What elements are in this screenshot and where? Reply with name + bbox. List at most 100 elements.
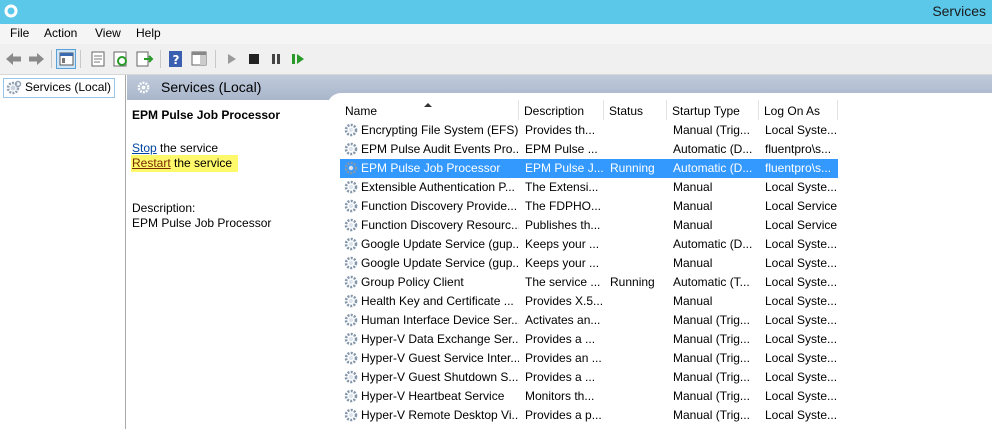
service-description: Provides a p...: [525, 408, 602, 422]
menu-action[interactable]: Action: [44, 26, 77, 40]
service-gear-icon: [344, 199, 358, 213]
service-name: Google Update Service (gup...: [361, 256, 519, 270]
service-name: Extensible Authentication P...: [361, 180, 515, 194]
help-icon[interactable]: ?: [166, 49, 186, 69]
service-description: Monitors th...: [525, 389, 595, 403]
properties-icon[interactable]: [88, 49, 108, 69]
column-header-status[interactable]: Status: [604, 100, 667, 120]
service-row[interactable]: EPM Pulse Audit Events Pro... EPM Pulse .…: [340, 140, 838, 159]
service-startup-type: Manual (Trig...: [673, 313, 750, 327]
column-header-name[interactable]: Name: [340, 100, 519, 120]
service-gear-icon: [344, 256, 358, 270]
service-row[interactable]: Hyper-V Guest Service Inter... Provides a…: [340, 349, 838, 368]
service-log-on-as: Local Syste...: [765, 351, 838, 365]
service-row[interactable]: Google Update Service (gup... Keeps your …: [340, 235, 838, 254]
service-row[interactable]: Hyper-V Data Exchange Ser... Provides a .…: [340, 330, 838, 349]
service-row[interactable]: Health Key and Certificate ... Provides X…: [340, 292, 838, 311]
refresh-icon[interactable]: [111, 49, 131, 69]
back-arrow-icon[interactable]: [4, 49, 24, 69]
export-list-icon[interactable]: [134, 49, 154, 69]
service-log-on-as: fluentpro\s...: [765, 142, 832, 156]
tree-item-label: Services (Local): [25, 80, 112, 94]
service-name: EPM Pulse Audit Events Pro...: [361, 142, 519, 156]
resume-service-icon[interactable]: [288, 49, 308, 69]
service-status: Running: [610, 161, 655, 175]
start-service-icon[interactable]: [222, 49, 242, 69]
pause-service-icon[interactable]: [266, 49, 286, 69]
description-text: EPM Pulse Job Processor: [132, 216, 272, 230]
column-startup-label: Startup Type: [672, 104, 740, 118]
menu-help[interactable]: Help: [136, 26, 161, 40]
service-startup-type: Manual (Trig...: [673, 408, 750, 422]
stop-service-link[interactable]: Stop: [132, 141, 157, 155]
service-row[interactable]: Group Policy Client The service ... Runnin…: [340, 273, 838, 292]
restart-service-link[interactable]: Restart: [132, 156, 171, 170]
action-pane-icon[interactable]: [189, 49, 209, 69]
service-row[interactable]: EPM Pulse Job Processor EPM Pulse J... Run…: [340, 159, 838, 178]
service-name: Hyper-V Heartbeat Service: [361, 389, 505, 403]
service-row[interactable]: Google Update Service (gup... Keeps your …: [340, 254, 838, 273]
services-list: Name Description Status Startup Type Log…: [340, 100, 992, 429]
service-startup-type: Automatic (T...: [673, 275, 750, 289]
restart-suffix: the service: [170, 156, 233, 170]
service-name: Group Policy Client: [361, 275, 464, 289]
service-gear-icon: [344, 389, 358, 403]
service-name: Human Interface Device Ser...: [361, 313, 519, 327]
service-name: Google Update Service (gup...: [361, 237, 519, 251]
service-log-on-as: Local Syste...: [765, 370, 838, 384]
column-header-log-on-as[interactable]: Log On As: [759, 100, 838, 120]
services-gear-icon: [4, 4, 18, 18]
service-description: Keeps your ...: [525, 237, 600, 251]
service-name: EPM Pulse Job Processor: [361, 161, 501, 175]
service-startup-type: Manual (Trig...: [673, 351, 750, 365]
service-row[interactable]: Function Discovery Provide... The FDPHO..…: [340, 197, 838, 216]
service-gear-icon: [344, 294, 358, 308]
service-name: Hyper-V Guest Shutdown S...: [361, 370, 519, 384]
service-name: Hyper-V Data Exchange Ser...: [361, 332, 519, 346]
tree-item-services-local[interactable]: Services (Local): [3, 78, 116, 98]
service-log-on-as: Local Syste...: [765, 408, 838, 422]
toolbar: ?: [0, 44, 992, 75]
column-header-description[interactable]: Description: [519, 100, 604, 120]
menu-bar: File Action View Help: [0, 24, 992, 44]
window-title: Services: [932, 3, 986, 19]
console-tree-icon[interactable]: [56, 49, 76, 69]
service-description: The FDPHO...: [525, 199, 602, 213]
service-gear-icon: [344, 180, 358, 194]
service-log-on-as: Local Syste...: [765, 275, 838, 289]
service-gear-icon: [344, 332, 358, 346]
service-startup-type: Manual (Trig...: [673, 123, 750, 137]
service-row[interactable]: Extensible Authentication P... The Extens…: [340, 178, 838, 197]
column-header-startup-type[interactable]: Startup Type: [667, 100, 759, 120]
service-gear-icon: [344, 142, 358, 156]
service-description: EPM Pulse ...: [525, 142, 598, 156]
pane-header: Services (Local): [127, 75, 992, 123]
service-startup-type: Manual: [673, 256, 713, 270]
service-row[interactable]: Hyper-V Remote Desktop Vi... Provides a p…: [340, 406, 838, 425]
service-startup-type: Manual (Trig...: [673, 370, 750, 384]
selected-service-name: EPM Pulse Job Processor: [132, 108, 281, 122]
restart-action: Restart the service: [131, 155, 239, 172]
forward-arrow-icon[interactable]: [26, 49, 46, 69]
stop-service-icon[interactable]: [244, 49, 264, 69]
service-startup-type: Manual (Trig...: [673, 332, 750, 346]
service-startup-type: Automatic (D...: [673, 237, 753, 251]
service-description: The Extensi...: [525, 180, 599, 194]
menu-view[interactable]: View: [95, 26, 121, 40]
service-row[interactable]: Function Discovery Resourc... Publishes t…: [340, 216, 838, 235]
title-bar: Services: [0, 0, 992, 24]
service-row[interactable]: Hyper-V Heartbeat Service Monitors th... M…: [340, 387, 838, 406]
service-name: Function Discovery Resourc...: [361, 218, 519, 232]
service-gear-icon: [344, 351, 358, 365]
service-row[interactable]: Human Interface Device Ser... Activates a…: [340, 311, 838, 330]
service-gear-icon: [344, 237, 358, 251]
service-log-on-as: Local Syste...: [765, 256, 838, 270]
pane-title: Services (Local): [161, 79, 262, 95]
service-gear-icon: [344, 275, 358, 289]
service-row[interactable]: Encrypting File System (EFS) Provides th.…: [340, 121, 838, 140]
service-name: Health Key and Certificate ...: [361, 294, 514, 308]
sort-ascending-icon: [424, 103, 432, 107]
service-startup-type: Manual: [673, 180, 713, 194]
service-row[interactable]: Hyper-V Guest Shutdown S... Provides a ..…: [340, 368, 838, 387]
menu-file[interactable]: File: [10, 26, 29, 40]
